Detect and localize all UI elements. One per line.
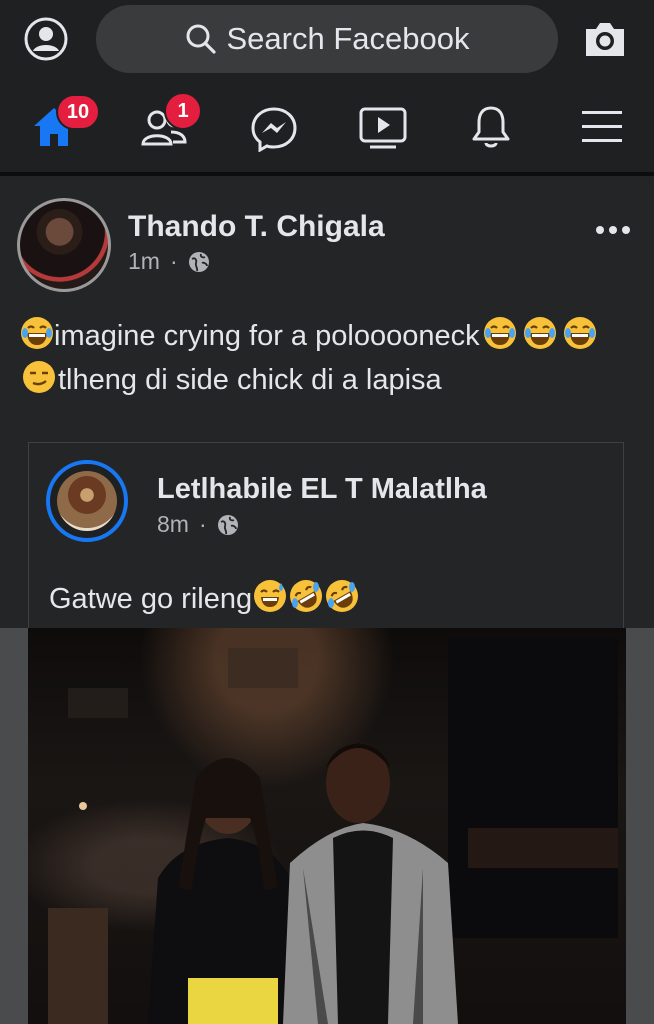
- dot: [609, 226, 617, 234]
- top-bar: Search Facebook: [0, 0, 654, 80]
- smirk-emoji-icon: [20, 360, 58, 404]
- nav-messenger[interactable]: [234, 80, 314, 172]
- rofl-emoji-icon: [324, 579, 360, 621]
- rofl-emoji-icon: [288, 579, 324, 621]
- camera-icon[interactable]: [582, 16, 628, 62]
- shared-author-name[interactable]: Letlhabile EL T Malatlha: [157, 473, 487, 506]
- post-meta: 1m ·: [128, 248, 210, 275]
- search-bar[interactable]: Search Facebook: [96, 5, 558, 73]
- friends-badge: 1: [164, 92, 202, 130]
- shared-meta: 8m ·: [157, 511, 239, 538]
- laughing-emoji-icon: [20, 316, 54, 360]
- laughing-emoji-icon: [480, 316, 520, 360]
- profile-icon[interactable]: [24, 17, 68, 61]
- shared-avatar[interactable]: [46, 460, 128, 542]
- shared-avatar-image: [57, 471, 117, 531]
- shared-text: Gatwe go rileng: [49, 583, 253, 615]
- nav-friends[interactable]: 1: [122, 80, 202, 172]
- globe-icon: [217, 514, 238, 535]
- post-photo[interactable]: [28, 628, 626, 1024]
- search-placeholder: Search Facebook: [226, 21, 470, 56]
- meta-separator: ·: [169, 248, 178, 274]
- bell-icon: [472, 106, 510, 148]
- shared-post-text: Gatwe go rileng: [49, 579, 360, 621]
- shared-post[interactable]: Letlhabile EL T Malatlha 8m · Gatwe go r…: [28, 442, 624, 628]
- nav-watch[interactable]: [344, 80, 424, 172]
- post-text-part-1: imagine crying for a polooooneck: [54, 320, 480, 352]
- post-text-part-2: tlheng di side chick di a lapisa: [58, 364, 442, 396]
- post-photo-frame: [0, 628, 654, 1024]
- nav-notifications[interactable]: [452, 80, 532, 172]
- messenger-icon: [251, 107, 297, 152]
- nav-bar: 10 1: [0, 80, 654, 176]
- nav-menu[interactable]: [562, 80, 642, 172]
- avatar[interactable]: [17, 198, 111, 292]
- menu-icon: [582, 111, 622, 142]
- feed-post: Thando T. Chigala 1m · imagine crying fo…: [0, 182, 654, 1024]
- home-badge: 10: [56, 94, 100, 130]
- post-author-name[interactable]: Thando T. Chigala: [128, 210, 385, 244]
- search-icon: [186, 24, 216, 54]
- more-options-button[interactable]: [596, 218, 636, 242]
- laughing-emoji-icon: [560, 316, 600, 360]
- nav-home[interactable]: 10: [14, 80, 100, 172]
- shared-time[interactable]: 8m: [157, 511, 189, 538]
- post-text: imagine crying for a polooooneck tlheng …: [20, 316, 630, 404]
- watch-icon: [359, 107, 407, 149]
- globe-icon: [188, 251, 209, 272]
- sweat-smile-emoji-icon: [252, 579, 288, 621]
- meta-separator: ·: [198, 511, 207, 537]
- dot: [596, 226, 604, 234]
- dot: [622, 226, 630, 234]
- post-time[interactable]: 1m: [128, 248, 160, 275]
- laughing-emoji-icon: [520, 316, 560, 360]
